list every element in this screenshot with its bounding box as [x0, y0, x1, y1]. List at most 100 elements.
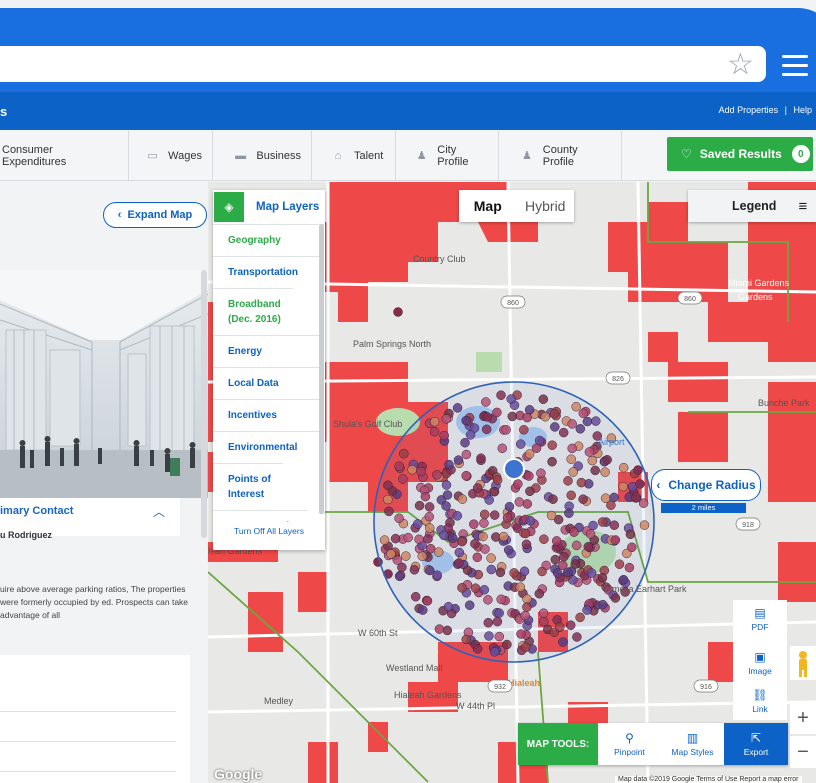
browser-menu-icon[interactable] — [782, 55, 808, 77]
property-dot[interactable] — [393, 307, 403, 317]
street-view-pegman-icon[interactable] — [790, 646, 816, 680]
briefcase-icon: ▬ — [235, 149, 247, 162]
link-icon: ⛓ — [752, 688, 768, 702]
layer-list: Geography Transportation Broadband (Dec.… — [213, 224, 319, 522]
tab-county-profile[interactable]: ♟ County Profile — [499, 131, 622, 180]
add-properties-link[interactable]: Add Properties — [719, 105, 779, 115]
map-place-label: Country Club — [413, 254, 466, 264]
legend-toggle[interactable]: Legend ≡ — [688, 190, 816, 222]
export-image-button[interactable]: ▣ Image — [733, 644, 787, 684]
map-styles-tool-button[interactable]: ▥ Map Styles — [661, 723, 724, 765]
layers-scrollbar[interactable] — [319, 224, 324, 514]
change-radius-button[interactable]: ‹ Change Radius — [651, 469, 761, 501]
map-place-label: Palm Springs North — [353, 339, 431, 349]
export-image-label: Image — [748, 666, 772, 676]
export-link-label: Link — [752, 704, 768, 714]
layer-local-data[interactable]: Local Data — [213, 367, 319, 399]
pdf-icon: ▤ — [754, 606, 766, 620]
radius-value: 2 miles — [661, 503, 746, 513]
tab-label: Business — [256, 149, 301, 162]
pin-icon: ⚲ — [625, 731, 634, 745]
map-place-label: Bunche Park — [758, 398, 810, 408]
tab-label: City Profile — [437, 143, 469, 168]
map-type-toggle: Map Hybrid — [459, 190, 574, 222]
map-place-label: Amelia Earhart Park — [606, 584, 687, 594]
layer-transportation[interactable]: Transportation — [213, 256, 319, 288]
bookmark-star-icon[interactable]: ☆ — [727, 50, 754, 80]
turn-off-all-layers-link[interactable]: Turn Off All Layers — [213, 526, 325, 536]
tab-talent[interactable]: ⌂ Talent — [312, 131, 396, 180]
heart-icon: ♡ — [681, 147, 692, 161]
map-layers-panel: ◈ Map Layers Geography Transportation Br… — [213, 190, 325, 550]
help-link[interactable]: Help — [793, 105, 812, 115]
layer-broadband[interactable]: Broadband (Dec. 2016) — [213, 288, 293, 335]
export-pdf-label: PDF — [751, 622, 769, 632]
people-icon: ♟ — [416, 149, 427, 162]
screen: ☆ s Add Properties | Help Consumer Expen… — [0, 0, 816, 783]
map-tools-bar: MAP TOOLS: ⚲ Pinpoint ▥ Map Styles ⇱ Exp… — [518, 723, 788, 765]
expand-map-label: Expand Map — [127, 209, 193, 221]
layers-icon: ◈ — [214, 192, 244, 222]
pinpoint-label: Pinpoint — [614, 747, 645, 757]
layer-geography[interactable]: Geography — [213, 224, 319, 256]
tab-business[interactable]: ▬ Business — [213, 131, 312, 180]
tab-label: Wages — [168, 149, 202, 162]
layer-points-of-interest[interactable]: Points of Interest — [213, 463, 283, 510]
map-layers-title: Map Layers — [256, 201, 320, 213]
export-icon: ⇱ — [750, 731, 762, 745]
saved-results-button[interactable]: ♡ Saved Results 0 — [667, 137, 813, 171]
address-bar[interactable] — [0, 46, 766, 82]
saved-count-badge: 0 — [791, 145, 810, 163]
tab-label: County Profile — [542, 143, 578, 168]
people-icon: ♟ — [521, 149, 532, 162]
tab-label: Talent — [354, 149, 384, 162]
map-place-label: Medley — [264, 696, 294, 706]
panel-scrollbar[interactable] — [201, 270, 207, 538]
google-logo: Google — [214, 766, 263, 782]
layer-post-secondary[interactable]: Post-Secondary Education — [213, 510, 308, 522]
map-place-label: W 60th St — [358, 628, 398, 638]
contact-name: u Rodriguez — [0, 530, 52, 540]
tab-city-profile[interactable]: ♟ City Profile — [396, 131, 499, 180]
chevron-up-icon[interactable]: ︿ — [153, 503, 165, 520]
map-attribution[interactable]: Map data ©2019 Google Terms of Use Repor… — [615, 776, 802, 783]
route-shield-label: 826 — [612, 376, 624, 383]
export-tool-button[interactable]: ⇱ Export — [724, 723, 788, 765]
map-place-label: Airport — [598, 437, 625, 447]
map-place-label: W 44th Pl — [456, 701, 495, 711]
export-link-button[interactable]: ⛓ Link — [733, 684, 787, 720]
zoom-out-button[interactable]: − — [790, 736, 816, 768]
map-place-label: Hialeah Gardens — [394, 690, 462, 700]
map-place-label: Westland Mall — [386, 663, 442, 673]
layer-incentives[interactable]: Incentives — [213, 399, 319, 431]
export-pdf-button[interactable]: ▤ PDF — [733, 600, 787, 644]
route-shield-label: 860 — [507, 300, 519, 307]
bank-icon: ⌂ — [334, 149, 342, 162]
search-radius-circle — [373, 381, 655, 663]
tab-label: Consumer Expenditures — [2, 143, 67, 168]
map-layers-header[interactable]: ◈ Map Layers — [213, 190, 325, 224]
legend-label: Legend — [732, 199, 777, 213]
zoom-in-button[interactable]: + — [790, 702, 816, 734]
link-separator: | — [784, 105, 787, 115]
property-description: uire above average parking ratios, The p… — [0, 584, 189, 620]
map-type-hybrid-button[interactable]: Hybrid — [517, 190, 575, 222]
primary-contact-heading[interactable]: imary Contact — [0, 505, 73, 517]
map-styles-label: Map Styles — [671, 747, 714, 757]
image-icon: ▣ — [754, 650, 766, 664]
map-place-label: Miami Gardens — [728, 278, 790, 288]
layer-environmental[interactable]: Environmental — [213, 431, 319, 463]
layer-energy[interactable]: Energy — [213, 335, 319, 367]
app-navbar: s Add Properties | Help — [0, 92, 816, 130]
center-marker — [503, 458, 525, 480]
chevron-left-icon: ‹ — [656, 478, 661, 492]
route-shield-label: 860 — [684, 296, 696, 303]
route-shield-label: 918 — [742, 522, 754, 529]
map-place-label: Hialeah — [508, 678, 540, 688]
tab-consumer-expenditures[interactable]: Consumer Expenditures — [0, 131, 129, 180]
pinpoint-tool-button[interactable]: ⚲ Pinpoint — [598, 723, 661, 765]
expand-map-button[interactable]: ‹ Expand Map — [103, 202, 207, 228]
property-photo — [0, 270, 208, 498]
map-type-map-button[interactable]: Map — [459, 190, 517, 222]
tab-wages[interactable]: ▭ Wages — [129, 131, 213, 180]
